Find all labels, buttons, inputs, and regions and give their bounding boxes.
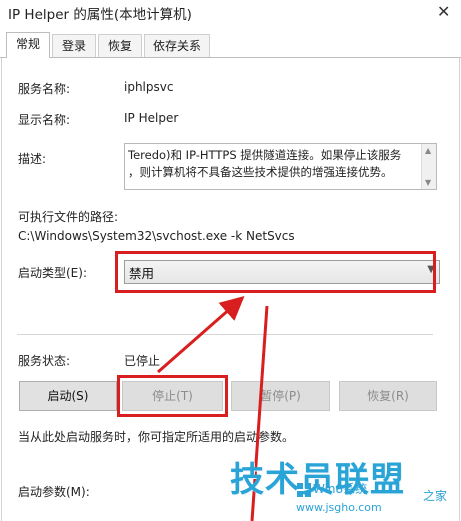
- description-label: 描述:: [18, 152, 47, 166]
- start-button[interactable]: 启动(S): [19, 381, 117, 411]
- startup-type-highlight: [115, 251, 436, 293]
- start-params-hint: 当从此处启动服务时，你可指定所适用的启动参数。: [18, 430, 295, 444]
- scroll-down-icon[interactable]: ▼: [425, 178, 431, 187]
- description-text: Teredo)和 IP-HTTPS 提供隧道连接。如果停止该服务 ，则计算机将不…: [128, 147, 418, 181]
- stop-button-highlight: [117, 375, 228, 417]
- description-box[interactable]: Teredo)和 IP-HTTPS 提供隧道连接。如果停止该服务 ，则计算机将不…: [124, 143, 437, 190]
- display-name-label: 显示名称:: [18, 113, 71, 127]
- windows-logo-icon: [297, 483, 311, 497]
- tab-recovery[interactable]: 恢复: [98, 34, 142, 57]
- start-params-label: 启动参数(M):: [18, 485, 90, 499]
- watermark-url: www.jsgho.com: [296, 501, 382, 514]
- scroll-up-icon[interactable]: ▲: [425, 146, 431, 155]
- resume-button[interactable]: 恢复(R): [339, 381, 437, 411]
- startup-type-label: 启动类型(E):: [18, 266, 87, 280]
- service-status-value: 已停止: [124, 354, 161, 368]
- display-name-value: IP Helper: [124, 111, 179, 125]
- service-name-label: 服务名称:: [18, 82, 71, 96]
- tab-logon[interactable]: 登录: [52, 34, 96, 57]
- service-status-label: 服务状态:: [18, 354, 71, 368]
- description-line: Teredo)和 IP-HTTPS 提供隧道连接。如果停止该服务: [128, 148, 402, 162]
- description-line: ，则计算机将不具备这些技术提供的增强连接优势。: [128, 165, 393, 179]
- watermark-zhijia: 之家: [423, 489, 448, 503]
- service-name-value: iphlpsvc: [124, 80, 174, 94]
- description-scrollbar[interactable]: ▲ ▼: [421, 144, 436, 189]
- close-icon[interactable]: ✕: [437, 2, 450, 21]
- exec-path-label: 可执行文件的路径:: [18, 210, 119, 224]
- tab-dependencies[interactable]: 依存关系: [144, 34, 210, 57]
- watermark-win8: Win8系统: [313, 482, 368, 496]
- exec-path-value: C:\Windows\System32\svchost.exe -k NetSv…: [18, 229, 295, 243]
- pause-button[interactable]: 暂停(P): [231, 381, 330, 411]
- separator: [17, 334, 433, 335]
- window-title: IP Helper 的属性(本地计算机): [8, 7, 192, 23]
- tab-general[interactable]: 常规: [6, 32, 50, 58]
